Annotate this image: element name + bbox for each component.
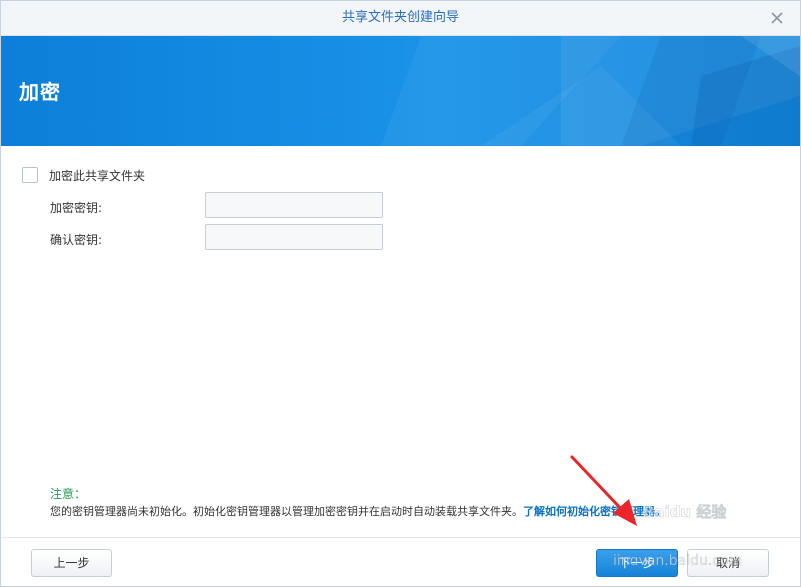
header-banner: 加密 <box>1 36 800 146</box>
confirm-key-label: 确认密钥: <box>50 233 103 247</box>
confirm-key-input[interactable] <box>205 224 383 250</box>
next-button[interactable]: 下一步 <box>596 549 678 577</box>
close-icon <box>771 12 783 24</box>
step-title: 加密 <box>19 80 61 104</box>
previous-button[interactable]: 上一步 <box>31 549 112 577</box>
wizard-footer: 上一步 下一步 取消 <box>1 537 800 586</box>
cancel-button[interactable]: 取消 <box>687 549 769 577</box>
wizard-window: 共享文件夹创建向导 加密 加密此共享文件夹 加密密钥: 确认密钥: 注意： 您的… <box>0 0 801 587</box>
encrypt-checkbox[interactable] <box>22 167 38 183</box>
close-button[interactable] <box>766 7 788 29</box>
note-text: 您的密钥管理器尚未初始化。初始化密钥管理器以管理加密密钥并在启动时自动装载共享文… <box>50 503 666 519</box>
note-title: 注意： <box>50 487 87 501</box>
encryption-key-input[interactable] <box>205 192 383 218</box>
window-title: 共享文件夹创建向导 <box>341 10 459 25</box>
encryption-key-label: 加密密钥: <box>50 201 103 215</box>
note-message: 您的密钥管理器尚未初始化。初始化密钥管理器以管理加密密钥并在启动时自动装载共享文… <box>50 505 523 518</box>
step-content: 加密此共享文件夹 加密密钥: 确认密钥: <box>1 147 800 537</box>
banner-background-pattern <box>381 36 800 146</box>
encrypt-option[interactable]: 加密此共享文件夹 <box>22 166 145 184</box>
key-manager-help-link[interactable]: 了解如何初始化密钥管理器。 <box>523 505 666 518</box>
encrypt-checkbox-label[interactable]: 加密此共享文件夹 <box>49 167 145 184</box>
title-bar: 共享文件夹创建向导 <box>1 1 800 36</box>
